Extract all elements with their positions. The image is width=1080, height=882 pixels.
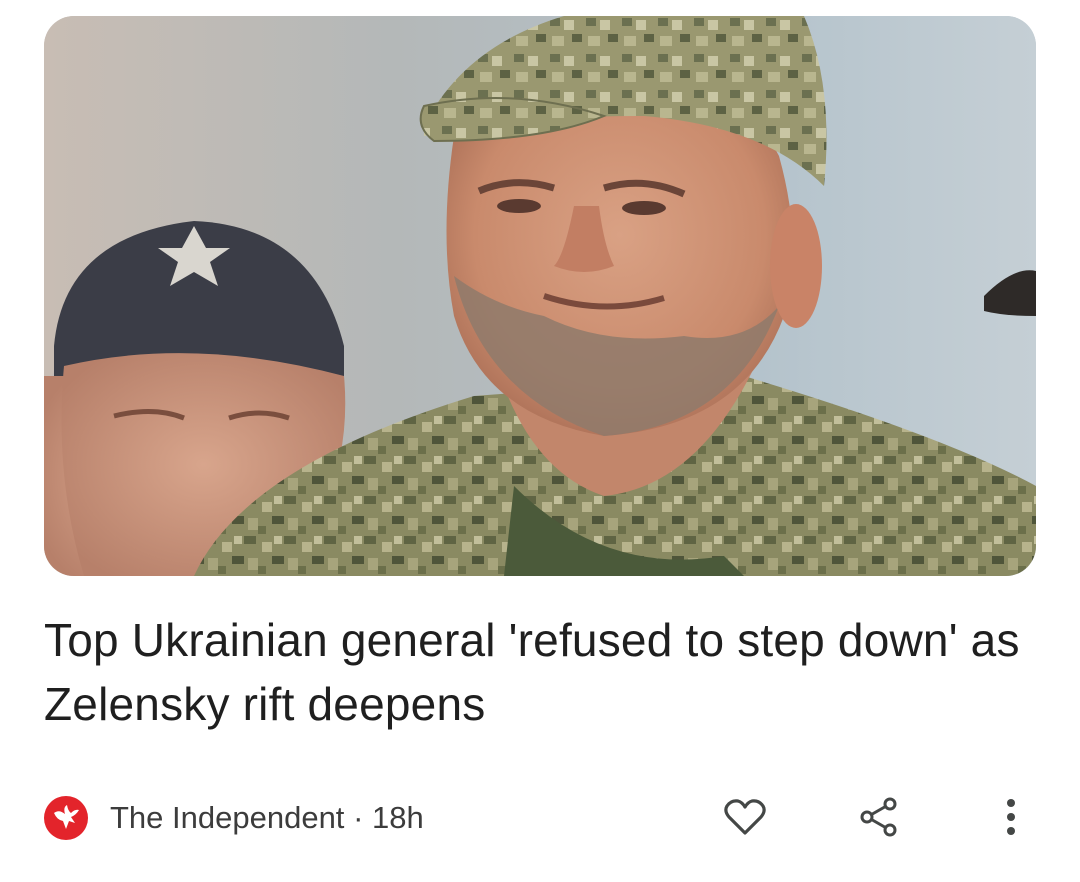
- news-card[interactable]: Top Ukrainian general 'refused to step d…: [0, 0, 1080, 882]
- share-icon: [858, 796, 900, 843]
- general-photo: [44, 16, 1036, 576]
- article-image[interactable]: [44, 16, 1036, 576]
- meta-separator: ·: [353, 800, 364, 835]
- heart-outline-icon: [723, 797, 767, 842]
- more-options-button[interactable]: [986, 794, 1036, 844]
- article-headline[interactable]: Top Ukrainian general 'refused to step d…: [44, 608, 1034, 736]
- like-button[interactable]: [720, 794, 770, 844]
- source-label[interactable]: The Independent · 18h: [110, 800, 424, 836]
- share-button[interactable]: [854, 794, 904, 844]
- article-meta: The Independent · 18h: [44, 794, 1036, 844]
- article-age: 18h: [372, 800, 424, 835]
- independent-eagle-logo-icon[interactable]: [44, 796, 88, 840]
- more-vertical-icon: [1005, 797, 1017, 842]
- source-name: The Independent: [110, 800, 345, 835]
